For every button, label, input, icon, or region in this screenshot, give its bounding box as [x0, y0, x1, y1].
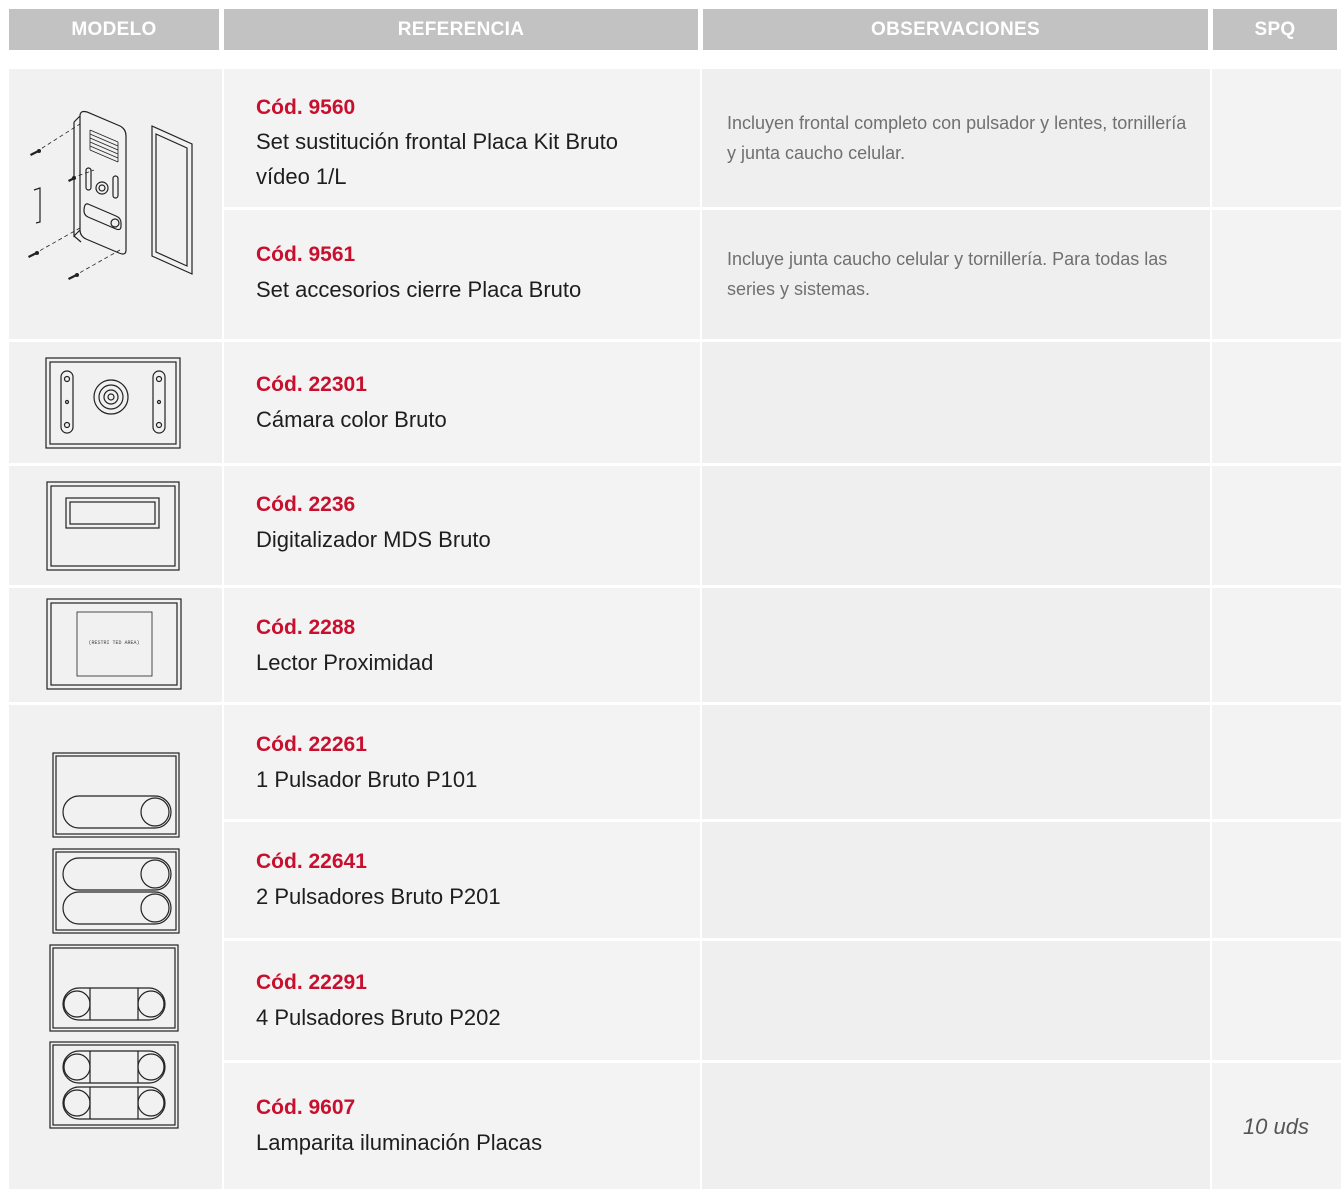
- row-obs-6: [702, 705, 1210, 819]
- push-button-panel-3-image: [49, 944, 179, 1032]
- desc-9607: Lamparita iluminación Placas: [256, 1130, 543, 1155]
- proximity-reader-image: (RESTRI TED AREA): [46, 598, 182, 690]
- obs-9560: Incluyen frontal completo con pulsador y…: [727, 113, 1187, 163]
- push-button-panel-2-image: [52, 848, 180, 934]
- push-button-panel-1-image: [52, 752, 180, 838]
- desc-22291: 4 Pulsadores Bruto P202: [256, 1005, 501, 1030]
- header-referencia: REFERENCIA: [224, 9, 698, 50]
- push-button-panel-4-image: [49, 1041, 179, 1129]
- restricted-area-label: (RESTRI TED AREA): [88, 640, 139, 646]
- row-obs-3: [702, 342, 1210, 463]
- desc-9560: Set sustitución frontal Placa Kit Bruto …: [256, 129, 618, 189]
- row-spq-4: [1212, 466, 1341, 585]
- desc-2236: Digitalizador MDS Bruto: [256, 527, 491, 552]
- row-spq-2: [1212, 210, 1341, 339]
- desc-9561: Set accesorios cierre Placa Bruto: [256, 277, 582, 302]
- code-2288: Cód. 2288: [256, 616, 356, 639]
- code-22301: Cód. 22301: [256, 373, 367, 396]
- digitizer-module-image: [46, 481, 180, 571]
- header-spq: SPQ: [1213, 9, 1337, 50]
- row-spq-1: [1212, 69, 1341, 207]
- code-9607: Cód. 9607: [256, 1096, 356, 1119]
- row-spq-5: [1212, 588, 1341, 702]
- row-obs-7: [702, 822, 1210, 938]
- desc-2288: Lector Proximidad: [256, 650, 434, 675]
- code-9561: Cód. 9561: [256, 243, 356, 266]
- row-obs-5: [702, 588, 1210, 702]
- row-spq-7: [1212, 822, 1341, 938]
- row-obs-9: [702, 1063, 1210, 1189]
- row-obs-8: [702, 941, 1210, 1060]
- row-spq-3: [1212, 342, 1341, 463]
- camera-module-image: [45, 357, 181, 449]
- desc-22641: 2 Pulsadores Bruto P201: [256, 884, 501, 909]
- front-panel-exploded-image: [28, 110, 193, 280]
- code-22641: Cód. 22641: [256, 850, 367, 873]
- row-spq-6: [1212, 705, 1341, 819]
- code-22261: Cód. 22261: [256, 733, 367, 756]
- code-9560: Cód. 9560: [256, 96, 356, 119]
- desc-22261: 1 Pulsador Bruto P101: [256, 767, 478, 792]
- desc-22301: Cámara color Bruto: [256, 407, 447, 432]
- obs-9561: Incluye junta caucho celular y torniller…: [727, 249, 1168, 299]
- row-spq-8: [1212, 941, 1341, 1060]
- row-obs-4: [702, 466, 1210, 585]
- header-modelo: MODELO: [9, 9, 219, 50]
- header-observaciones: OBSERVACIONES: [703, 9, 1208, 50]
- code-2236: Cód. 2236: [256, 493, 356, 516]
- code-22291: Cód. 22291: [256, 971, 367, 994]
- spq-value-9607: 10 uds: [1242, 1114, 1309, 1139]
